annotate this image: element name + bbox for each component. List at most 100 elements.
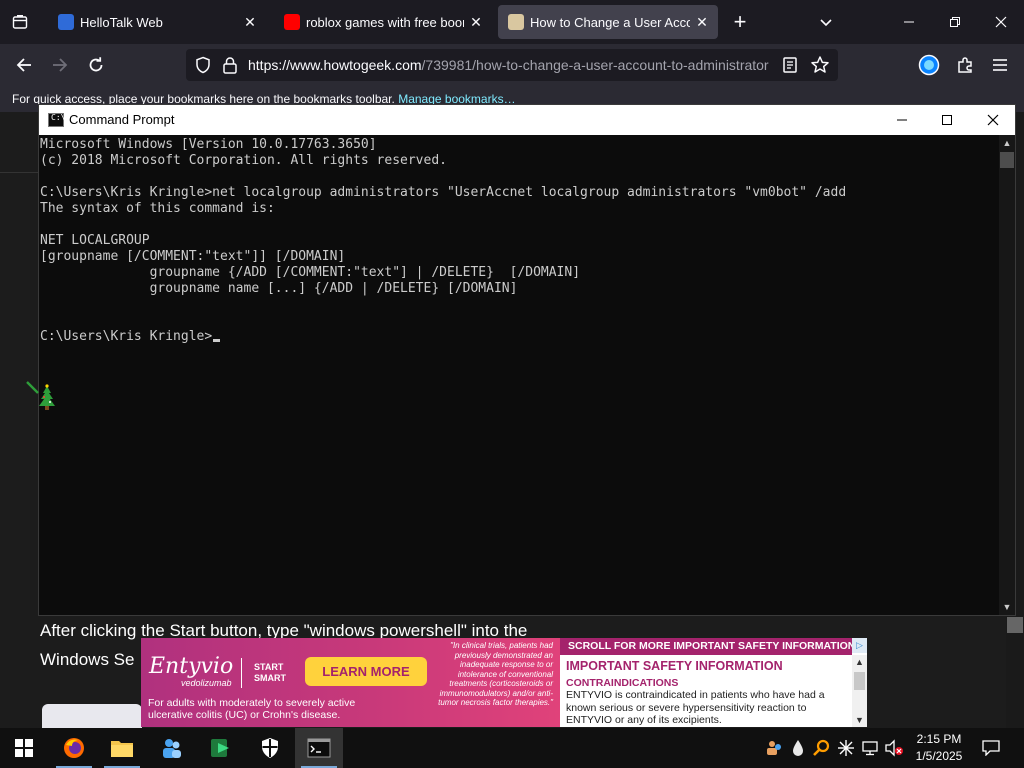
tray-droplet-icon[interactable] bbox=[788, 738, 808, 758]
close-tab-icon[interactable]: ✕ bbox=[238, 10, 262, 34]
cmd-scrollbar-thumb[interactable] bbox=[1000, 152, 1014, 168]
extensions-button[interactable] bbox=[950, 50, 980, 80]
cmd-close-button[interactable] bbox=[970, 105, 1016, 135]
close-icon bbox=[987, 114, 999, 126]
taskbar-people-app[interactable] bbox=[148, 728, 196, 768]
scroll-up-icon[interactable]: ▲ bbox=[852, 655, 867, 669]
reload-button[interactable] bbox=[81, 50, 111, 80]
account-avatar-icon bbox=[918, 54, 940, 76]
taskbar-command-prompt[interactable] bbox=[295, 728, 343, 768]
tray-search-icon[interactable] bbox=[812, 738, 832, 758]
ad-safety-title: IMPORTANT SAFETY INFORMATION bbox=[566, 659, 783, 673]
taskbar-clock[interactable]: 2:15 PM 1/5/2025 bbox=[908, 731, 970, 765]
ad-banner[interactable]: Entyvio vedolizumab START SMART LEARN MO… bbox=[141, 638, 867, 727]
scroll-down-icon[interactable]: ▼ bbox=[999, 599, 1015, 615]
navigation-toolbar: https://www.howtogeek.com/739981/how-to-… bbox=[0, 44, 1024, 86]
media-player-icon bbox=[211, 739, 229, 757]
ad-brand-logo: Entyvio bbox=[149, 654, 234, 679]
taskbar-media-app[interactable] bbox=[197, 728, 245, 768]
lock-icon[interactable] bbox=[222, 56, 238, 79]
tab-roblox[interactable]: roblox games with free boombox ✕ bbox=[274, 5, 492, 39]
ad-scrollbar-thumb[interactable] bbox=[854, 672, 865, 690]
youtube-favicon-icon bbox=[284, 14, 300, 30]
console-line: NET LOCALGROUP bbox=[40, 233, 150, 248]
command-prompt-icon bbox=[307, 738, 331, 758]
url-domain: https://www.howtogeek.com bbox=[248, 57, 422, 73]
ad-brand-subtitle: vedolizumab bbox=[181, 678, 232, 688]
console-line: [groupname [/COMMENT:"text"]] [/DOMAIN] bbox=[40, 249, 346, 264]
learn-more-button[interactable]: LEARN MORE bbox=[305, 657, 427, 686]
cmd-minimize-button[interactable] bbox=[879, 105, 925, 135]
ad-safety-body: ENTYVIO is contraindicated in patients w… bbox=[566, 689, 825, 726]
console-output[interactable]: Microsoft Windows [Version 10.0.17763.36… bbox=[39, 135, 999, 615]
tray-network-icon[interactable] bbox=[860, 738, 880, 758]
close-icon bbox=[995, 16, 1007, 28]
hamburger-menu-icon bbox=[993, 59, 1007, 71]
address-bar[interactable]: https://www.howtogeek.com/739981/how-to-… bbox=[186, 49, 838, 81]
screen: HelloTalk Web ✕ roblox games with free b… bbox=[0, 0, 1024, 768]
tab-howtogeek[interactable]: How to Change a User Account to Administ… bbox=[498, 5, 718, 39]
account-button[interactable] bbox=[914, 50, 944, 80]
console-line: C:\Users\Kris Kringle>net localgroup adm… bbox=[40, 185, 847, 200]
adchoices-icon[interactable]: ▷ bbox=[852, 638, 867, 653]
tray-volume-muted-icon[interactable] bbox=[884, 738, 904, 758]
ad-start-smart: START SMART bbox=[254, 662, 286, 684]
url-text[interactable]: https://www.howtogeek.com/739981/how-to-… bbox=[248, 57, 776, 73]
firefox-icon bbox=[64, 738, 84, 758]
close-window-button[interactable] bbox=[978, 0, 1024, 44]
app-menu-button[interactable] bbox=[985, 50, 1015, 80]
people-icon bbox=[163, 739, 181, 758]
reader-view-icon[interactable] bbox=[782, 56, 798, 79]
console-prompt: C:\Users\Kris Kringle> bbox=[40, 329, 213, 344]
tracking-protection-shield-icon[interactable] bbox=[194, 56, 212, 79]
clock-date: 1/5/2025 bbox=[915, 749, 963, 763]
url-path: /739981/how-to-change-a-user-account-to-… bbox=[421, 57, 769, 73]
clock-time: 2:15 PM bbox=[916, 732, 962, 746]
ad-left-panel[interactable]: Entyvio vedolizumab START SMART LEARN MO… bbox=[141, 638, 560, 727]
taskbar-firefox[interactable] bbox=[50, 728, 98, 768]
cmd-title-bar[interactable]: C:\ Command Prompt bbox=[39, 105, 1015, 135]
scroll-down-icon[interactable]: ▼ bbox=[852, 713, 867, 727]
minimize-button[interactable] bbox=[886, 0, 932, 44]
console-line: The syntax of this command is: bbox=[40, 201, 275, 216]
console-line: (c) 2018 Microsoft Corporation. All righ… bbox=[40, 153, 447, 168]
ad-safety-panel: SCROLL FOR MORE IMPORTANT SAFETY INFORMA… bbox=[560, 638, 867, 727]
scroll-up-icon[interactable]: ▲ bbox=[999, 135, 1015, 151]
list-all-tabs-button[interactable] bbox=[812, 8, 840, 36]
close-tab-icon[interactable]: ✕ bbox=[464, 10, 488, 34]
bookmark-star-icon[interactable] bbox=[810, 55, 830, 80]
tray-people-icon[interactable] bbox=[764, 738, 784, 758]
firefox-view-button[interactable] bbox=[0, 0, 40, 44]
action-center-button[interactable] bbox=[978, 736, 1004, 760]
maximize-icon bbox=[942, 115, 952, 125]
back-button[interactable] bbox=[9, 50, 39, 80]
console-line: Microsoft Windows [Version 10.0.17763.36… bbox=[40, 137, 377, 152]
taskbar-file-explorer[interactable] bbox=[98, 728, 146, 768]
howtogeek-favicon-icon bbox=[508, 14, 524, 30]
taskbar-security-app[interactable] bbox=[246, 728, 294, 768]
cmd-maximize-button[interactable] bbox=[924, 105, 970, 135]
close-tab-icon[interactable]: ✕ bbox=[690, 10, 714, 34]
console-prompt-line[interactable]: C:\Users\Kris Kringle> bbox=[40, 329, 999, 345]
tab-title: How to Change a User Account to Administ… bbox=[530, 14, 690, 30]
tab-hellotalk[interactable]: HelloTalk Web ✕ bbox=[48, 5, 266, 39]
windows-logo-icon bbox=[15, 739, 33, 757]
start-button[interactable] bbox=[0, 728, 48, 768]
page-scrollbar-thumb[interactable] bbox=[1007, 617, 1023, 633]
firefox-view-icon bbox=[12, 15, 28, 29]
cmd-window-title: Command Prompt bbox=[69, 112, 175, 127]
new-tab-plus-icon[interactable]: + bbox=[726, 8, 754, 36]
ad-scrollbar[interactable]: ▲ ▼ bbox=[852, 655, 867, 727]
ad-contraindications-heading: CONTRAINDICATIONS bbox=[566, 677, 679, 689]
page-card bbox=[42, 704, 142, 728]
command-prompt-window[interactable]: C:\ Command Prompt Microsoft Windows [Ve… bbox=[38, 104, 1016, 616]
cmd-app-icon[interactable]: C:\ bbox=[48, 113, 65, 127]
cmd-scrollbar[interactable]: ▲ ▼ bbox=[999, 135, 1015, 615]
forward-button[interactable] bbox=[45, 50, 75, 80]
restore-button[interactable] bbox=[932, 0, 978, 44]
forward-arrow-icon bbox=[53, 58, 68, 72]
tray-snowflake-icon[interactable] bbox=[836, 738, 856, 758]
ad-safety-header: SCROLL FOR MORE IMPORTANT SAFETY INFORMA… bbox=[560, 638, 852, 655]
